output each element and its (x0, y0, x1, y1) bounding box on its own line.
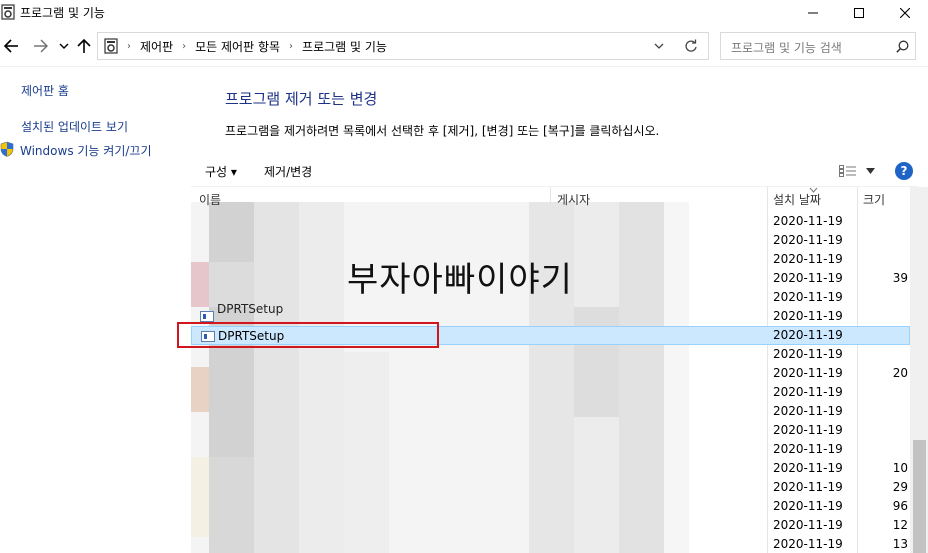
maximize-icon (854, 8, 864, 18)
install-date: 2020-11-19 (773, 347, 843, 361)
back-button[interactable] (0, 34, 22, 58)
close-icon (900, 8, 910, 18)
control-panel-icon (104, 38, 118, 54)
breadcrumb-item-all-items[interactable]: 모든 제어판 항목 (195, 38, 280, 55)
watermark-text: 부자아빠이야기 (347, 260, 573, 300)
install-date: 2020-11-19 (773, 461, 843, 475)
arrow-right-icon (34, 39, 48, 53)
minimize-button[interactable] (790, 0, 836, 26)
search-placeholder: 프로그램 및 기능 검색 (731, 41, 842, 55)
annotation-highlight-box (177, 322, 439, 348)
shield-icon (0, 141, 14, 157)
column-header-size[interactable]: 크기 (863, 187, 885, 209)
help-button[interactable]: ? (895, 162, 913, 180)
chevron-down-icon[interactable] (866, 168, 875, 174)
table-row[interactable]: 2020-11-19 13 (191, 535, 910, 553)
help-icon: ? (900, 164, 908, 178)
install-date: 2020-11-19 (773, 252, 843, 266)
breadcrumb-item-control-panel[interactable]: 제어판 (140, 38, 173, 55)
program-icon (200, 311, 214, 322)
page-title: 프로그램 제거 또는 변경 (225, 90, 378, 108)
command-bar: 구성 ▾ 제거/변경 ? (191, 155, 918, 187)
windows-features-link[interactable]: Windows 기능 켜기/끄기 (20, 142, 151, 159)
install-date: 2020-11-19 (773, 214, 843, 228)
install-date: 2020-11-19 (773, 309, 843, 323)
chevron-right-icon: › (289, 40, 294, 52)
program-list[interactable]: 이름 게시자 설치 날짜 크기 2020-11-19 2020-11-19 2020… (191, 187, 928, 553)
table-row[interactable]: 2020-11-19 96 (191, 497, 910, 516)
install-date: 2020-11-19 (773, 233, 843, 247)
table-row[interactable]: 2020-11-19 (191, 421, 910, 440)
install-date: 2020-11-19 (773, 442, 843, 456)
table-row[interactable]: 2020-11-19 (191, 383, 910, 402)
chevron-down-icon[interactable] (654, 42, 664, 50)
program-size: 96 (892, 499, 908, 513)
divider (0, 66, 928, 67)
window-title: 프로그램 및 기능 (20, 6, 105, 20)
scrollbar-thumb[interactable] (913, 440, 926, 553)
close-button[interactable] (882, 0, 928, 26)
program-size: 12 (892, 518, 908, 532)
chevron-right-icon: › (127, 40, 131, 52)
control-panel-home-link[interactable]: 제어판 홈 (21, 82, 69, 99)
install-date: 2020-11-19 (773, 271, 843, 285)
sort-arrow-icon (809, 187, 818, 193)
install-date: 2020-11-19 (773, 423, 843, 437)
title-bar: 프로그램 및 기능 (0, 0, 928, 26)
program-size: 39 (892, 271, 908, 285)
minimize-icon (808, 12, 818, 14)
install-date: 2020-11-19 (773, 499, 843, 513)
program-name: DPRTSetup (217, 302, 284, 316)
arrow-up-icon (77, 38, 91, 53)
install-date: 2020-11-19 (773, 404, 843, 418)
install-date: 2020-11-19 (773, 366, 843, 380)
breadcrumb-item-programs[interactable]: 프로그램 및 기능 (302, 38, 387, 55)
table-row[interactable]: 2020-11-19 (191, 231, 910, 250)
maximize-button[interactable] (836, 0, 882, 26)
search-icon (896, 40, 909, 53)
search-input[interactable]: 프로그램 및 기능 검색 (720, 32, 916, 60)
chevron-down-icon (59, 43, 69, 49)
install-date: 2020-11-19 (773, 385, 843, 399)
program-size: 10 (892, 461, 908, 475)
table-row[interactable]: 2020-11-19 12 (191, 516, 910, 535)
table-row[interactable]: 2020-11-19 (191, 440, 910, 459)
view-options-icon[interactable] (839, 165, 857, 177)
install-date: 2020-11-19 (773, 290, 843, 304)
control-panel-icon (1, 4, 15, 20)
uninstall-change-button[interactable]: 제거/변경 (264, 163, 312, 180)
table-row[interactable]: 2020-11-19 20 (191, 364, 910, 383)
table-row[interactable]: 2020-11-19 (191, 212, 910, 231)
breadcrumb: › 제어판 › 모든 제어판 항목 › 프로그램 및 기능 (98, 33, 387, 59)
recent-locations-button[interactable] (57, 34, 71, 58)
install-date: 2020-11-19 (773, 537, 843, 551)
table-row[interactable]: 2020-11-19 29 (191, 478, 910, 497)
column-header-name[interactable]: 이름 (199, 187, 221, 209)
column-header-publisher[interactable]: 게시자 (557, 187, 590, 209)
install-date: 2020-11-19 (773, 328, 843, 342)
forward-button[interactable] (30, 34, 52, 58)
program-size: 13 (892, 537, 908, 551)
install-date: 2020-11-19 (773, 480, 843, 494)
table-row[interactable]: 2020-11-19 10 (191, 459, 910, 478)
program-size: 29 (892, 480, 908, 494)
table-row[interactable]: 2020-11-19 (191, 402, 910, 421)
view-installed-updates-link[interactable]: 설치된 업데이트 보기 (21, 118, 128, 135)
up-button[interactable] (75, 34, 93, 58)
refresh-icon[interactable] (684, 39, 698, 53)
address-bar[interactable]: › 제어판 › 모든 제어판 항목 › 프로그램 및 기능 (97, 32, 709, 60)
chevron-right-icon: › (182, 40, 187, 52)
install-date: 2020-11-19 (773, 518, 843, 532)
organize-button[interactable]: 구성 ▾ (205, 163, 237, 180)
program-size: 20 (892, 366, 908, 380)
page-description: 프로그램을 제거하려면 목록에서 선택한 후 [제거], [변경] 또는 [복구… (225, 124, 660, 138)
arrow-left-icon (3, 39, 18, 53)
